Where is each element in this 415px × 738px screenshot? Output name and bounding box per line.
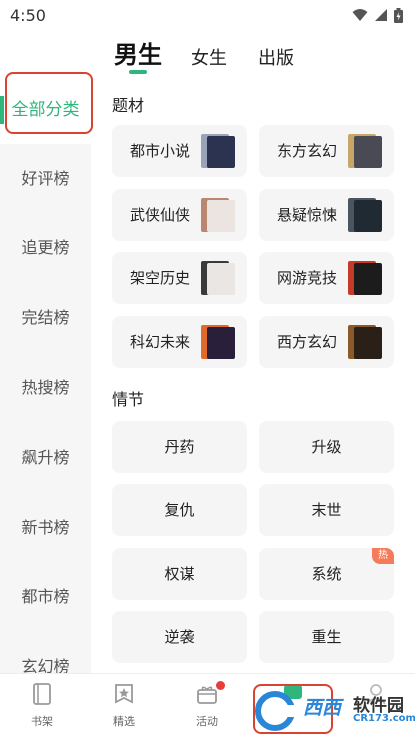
plot-card-level-up[interactable]: 升级 — [259, 421, 394, 473]
signal-icon — [375, 9, 387, 21]
genre-label: 都市小说 — [130, 142, 191, 160]
genre-section-title: 题材 — [112, 96, 145, 115]
genre-card-alt-history[interactable]: 架空历史 — [112, 252, 247, 304]
nav-label: 活动 — [196, 715, 218, 728]
plot-card-elixir[interactable]: 丹药 — [112, 421, 247, 473]
status-bar: 4:50 — [0, 0, 415, 30]
plot-card-rebirth[interactable]: 重生 — [259, 611, 394, 663]
genre-label: 架空历史 — [130, 269, 191, 287]
genre-card-urban[interactable]: 都市小说 — [112, 125, 247, 177]
sidebar-item-new-books[interactable]: 新书榜 — [0, 514, 91, 538]
genre-label: 悬疑惊悚 — [277, 206, 338, 224]
genre-label: 西方玄幻 — [277, 333, 338, 351]
profile-icon — [366, 684, 386, 705]
sidebar-item-most-followed[interactable]: 追更榜 — [0, 234, 91, 258]
genre-card-gaming[interactable]: 网游竞技 — [259, 252, 394, 304]
nav-label: 书架 — [31, 715, 53, 728]
plot-card-apocalypse[interactable]: 末世 — [259, 484, 394, 536]
sidebar-item-fantasy[interactable]: 玄幻榜 — [0, 653, 91, 673]
nav-item-featured[interactable]: 精选 — [94, 682, 154, 729]
bookshelf-icon — [33, 683, 51, 705]
wifi-icon — [352, 9, 368, 21]
plot-section-title: 情节 — [112, 390, 145, 409]
status-icons — [352, 7, 403, 23]
genre-card-scifi[interactable]: 科幻未来 — [112, 316, 247, 368]
book-cover — [201, 261, 235, 295]
hot-badge: 热 — [372, 548, 394, 564]
sidebar-item-urban[interactable]: 都市榜 — [0, 583, 91, 607]
sidebar-item-all-categories[interactable]: 全部分类 — [0, 76, 91, 144]
nav-item-events[interactable]: 活动 — [177, 682, 237, 729]
book-cover — [201, 325, 235, 359]
status-time: 4:50 — [10, 5, 46, 25]
book-cover — [201, 134, 235, 168]
sidebar-item-top-rated[interactable]: 好评榜 — [0, 165, 91, 189]
plot-card-system[interactable]: 系统 热 — [259, 548, 394, 600]
featured-icon — [115, 684, 133, 704]
nav-item-bookshelf[interactable]: 书架 — [12, 682, 72, 729]
genre-card-wuxia[interactable]: 武侠仙侠 — [112, 189, 247, 241]
nav-item-category[interactable] — [263, 682, 323, 713]
genre-label: 网游竞技 — [277, 269, 338, 287]
bottom-nav: 书架 精选 活动 — [0, 673, 415, 738]
nav-item-profile[interactable] — [346, 682, 406, 713]
tab-female[interactable]: 女生 — [191, 44, 227, 70]
gender-tabs: 男生 女生 出版 — [0, 34, 415, 76]
ranking-sidebar: 全部分类 好评榜 追更榜 完结榜 热搜榜 飙升榜 新书榜 都市榜 玄幻榜 — [0, 76, 91, 673]
book-cover — [348, 134, 382, 168]
nav-label: 精选 — [113, 715, 135, 728]
plot-card-comeback[interactable]: 逆袭 — [112, 611, 247, 663]
book-cover — [348, 198, 382, 232]
book-cover — [348, 261, 382, 295]
plot-card-intrigue[interactable]: 权谋 — [112, 548, 247, 600]
book-cover — [201, 198, 235, 232]
category-icon — [284, 685, 302, 699]
plot-card-revenge[interactable]: 复仇 — [112, 484, 247, 536]
tab-male[interactable]: 男生 — [114, 35, 162, 70]
genre-label: 东方玄幻 — [277, 142, 338, 160]
category-content: 题材 都市小说 东方玄幻 武侠仙侠 悬疑惊悚 架空历史 网游竞技 科幻未来 西方… — [91, 76, 415, 673]
genre-label: 科幻未来 — [130, 333, 191, 351]
genre-card-eastern-fantasy[interactable]: 东方玄幻 — [259, 125, 394, 177]
sidebar-item-completed[interactable]: 完结榜 — [0, 304, 91, 328]
book-cover — [348, 325, 382, 359]
genre-card-western-fantasy[interactable]: 西方玄幻 — [259, 316, 394, 368]
genre-card-suspense[interactable]: 悬疑惊悚 — [259, 189, 394, 241]
notification-dot — [216, 681, 225, 690]
sidebar-active-indicator — [0, 96, 4, 124]
battery-icon — [394, 7, 403, 23]
genre-label: 武侠仙侠 — [130, 206, 191, 224]
plot-card-label: 系统 — [311, 565, 342, 583]
sidebar-item-rising[interactable]: 飙升榜 — [0, 444, 91, 468]
active-tab-indicator — [129, 70, 147, 74]
tab-publish[interactable]: 出版 — [258, 44, 294, 70]
sidebar-item-hot-search[interactable]: 热搜榜 — [0, 374, 91, 398]
